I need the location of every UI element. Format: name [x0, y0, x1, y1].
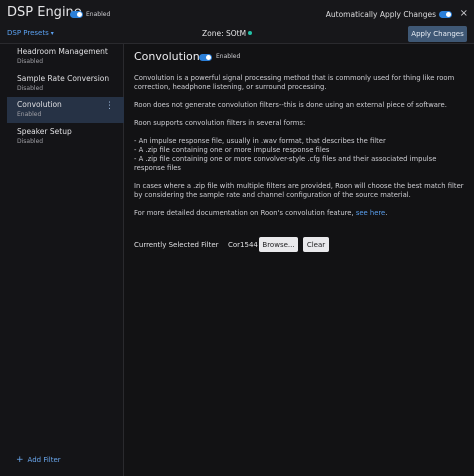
list-item: - An impulse response file, usually in .…: [134, 137, 386, 145]
apply-changes-button[interactable]: Apply Changes: [408, 26, 467, 42]
list-item: - A .zip file containing one or more imp…: [134, 146, 330, 154]
documentation-suffix: .: [385, 209, 388, 217]
sidebar-item-name: Sample Rate Conversion: [17, 74, 110, 83]
sidebar-item-status: Enabled: [17, 111, 42, 118]
more-options-icon[interactable]: ⋮: [105, 102, 114, 111]
sidebar-item-status: Disabled: [17, 138, 44, 145]
selected-filter-value: Cor1544: [228, 241, 258, 249]
sidebar-item-headroom-management[interactable]: Headroom Management Disabled: [7, 44, 124, 70]
sidebar-item-speaker-setup[interactable]: Speaker Setup Disabled: [7, 124, 124, 150]
dsp-engine-toggle[interactable]: [70, 11, 83, 18]
description-paragraph: Roon supports convolution filters in sev…: [134, 119, 306, 127]
dsp-presets-label: DSP Presets: [7, 29, 49, 37]
supported-forms-list: - An impulse response file, usually in .…: [134, 137, 464, 173]
zone-label: Zone: SOtM: [202, 29, 247, 38]
sidebar-item-name: Headroom Management: [17, 47, 108, 56]
dsp-presets-dropdown[interactable]: DSP Presets ▾: [7, 29, 54, 37]
sidebar-item-status: Disabled: [17, 85, 44, 92]
browse-button[interactable]: Browse...: [259, 237, 298, 252]
convolution-toggle[interactable]: [199, 54, 212, 61]
description-paragraph: Convolution is a powerful signal process…: [134, 74, 455, 91]
sidebar-item-sample-rate-conversion[interactable]: Sample Rate Conversion Disabled: [7, 71, 124, 97]
clear-button[interactable]: Clear: [303, 237, 329, 252]
filter-description: Convolution is a powerful signal process…: [134, 74, 464, 227]
add-filter-button[interactable]: + Add Filter: [16, 455, 61, 465]
selected-filter-label: Currently Selected Filter: [134, 241, 219, 249]
documentation-link[interactable]: see here: [356, 209, 385, 217]
engine-status-label: Enabled: [86, 11, 111, 18]
description-paragraph: In cases where a .zip file with multiple…: [134, 182, 464, 199]
auto-apply-label: Automatically Apply Changes: [325, 10, 436, 19]
convolution-status-label: Enabled: [216, 53, 241, 60]
filter-title: Convolution: [134, 50, 200, 63]
auto-apply-toggle[interactable]: [439, 11, 452, 18]
close-icon[interactable]: ×: [460, 8, 468, 19]
sidebar-item-convolution[interactable]: Convolution Enabled ⋮: [7, 97, 124, 123]
chevron-down-icon: ▾: [50, 30, 54, 37]
description-paragraph: Roon does not generate convolution filte…: [134, 101, 447, 109]
list-item: - A .zip file containing one or more con…: [134, 155, 437, 172]
zone-status-icon: [248, 31, 252, 35]
documentation-text: For more detailed documentation on Roon'…: [134, 209, 354, 217]
sidebar-item-name: Speaker Setup: [17, 127, 72, 136]
documentation-paragraph: For more detailed documentation on Roon'…: [134, 209, 464, 218]
plus-icon: +: [16, 455, 24, 465]
filter-detail-panel: Convolution Enabled Convolution is a pow…: [124, 44, 474, 476]
header-bar: DSP Engine Enabled Automatically Apply C…: [0, 0, 474, 44]
add-filter-label: Add Filter: [27, 456, 61, 464]
filter-sidebar: Headroom Management Disabled Sample Rate…: [0, 44, 124, 476]
sidebar-item-status: Disabled: [17, 58, 44, 65]
